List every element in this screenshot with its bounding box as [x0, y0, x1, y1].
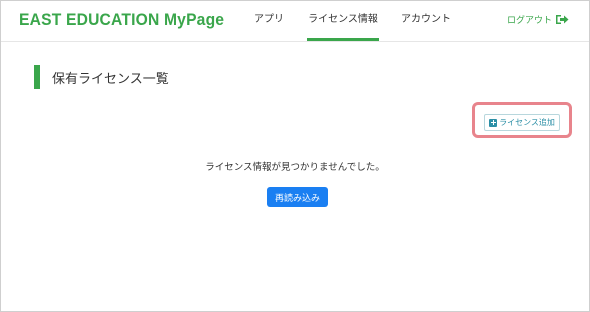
page-title: 保有ライセンス一覧 [52, 72, 169, 87]
header: EAST EDUCATION MyPage アプリ ライセンス情報 アカウント … [1, 1, 589, 42]
logout-link[interactable]: ログアウト [507, 13, 569, 26]
logout-label: ログアウト [506, 16, 552, 26]
page-frame: EAST EDUCATION MyPage アプリ ライセンス情報 アカウント … [0, 0, 590, 312]
nav-item-account[interactable]: アカウント [401, 1, 451, 41]
brand-logo[interactable]: EAST EDUCATION MyPage [19, 10, 224, 30]
add-license-label: ライセンス追加 [499, 118, 555, 127]
section-title-bar [34, 65, 40, 89]
reload-button[interactable]: 再読み込み [267, 187, 328, 207]
nav-item-license-info[interactable]: ライセンス情報 [307, 1, 379, 41]
empty-state-message: ライセンス情報が見つかりませんでした。 [205, 162, 385, 173]
nav-item-apps[interactable]: アプリ [254, 1, 284, 41]
plus-square-icon [489, 118, 498, 127]
sign-out-icon [555, 14, 569, 25]
add-license-button[interactable]: ライセンス追加 [484, 114, 560, 131]
